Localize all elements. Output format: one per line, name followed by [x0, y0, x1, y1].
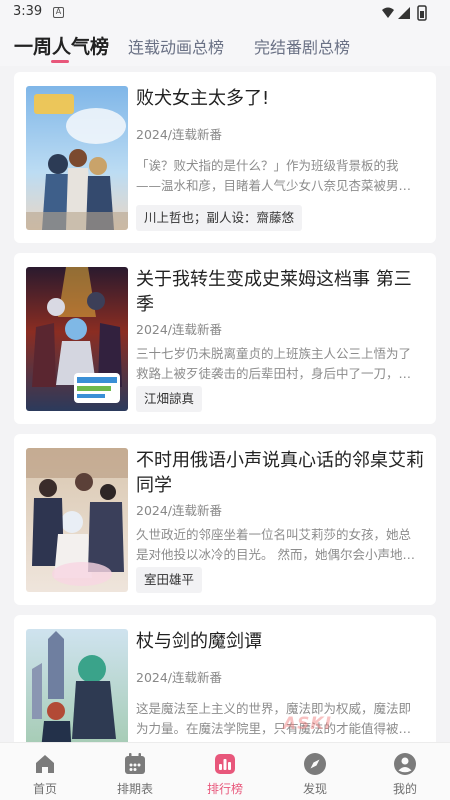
tab-weekly-popular[interactable]: 一周人气榜 — [14, 32, 109, 59]
nav-schedule[interactable]: 排期表 — [90, 743, 180, 800]
status-bar: 3:39 A — [0, 0, 450, 26]
ranking-tabs: 一周人气榜 连载动画总榜 完结番剧总榜 — [0, 26, 450, 66]
anime-year-status: 2024/连载新番 — [136, 503, 223, 518]
nav-ranking-label: 排行榜 — [206, 782, 243, 796]
tab-serial-anime-total[interactable]: 连载动画总榜 — [128, 34, 224, 58]
anime-title[interactable]: 败犬女主太多了! — [136, 86, 426, 111]
calendar-icon — [125, 753, 145, 774]
nav-profile-label: 我的 — [392, 782, 417, 796]
anime-title[interactable]: 杖与剑的魔剑谭 — [136, 629, 426, 654]
anime-year-status: 2024/连载新番 — [136, 322, 223, 337]
nav-discover[interactable]: 发现 — [270, 743, 360, 800]
anime-cover-image[interactable] — [26, 86, 128, 230]
anime-card[interactable]: 败犬女主太多了! 2024/连载新番 「诶？败犬指的是什么？」作为班级背景板的我… — [14, 72, 436, 243]
anime-title[interactable]: 关于我转生变成史莱姆这档事 第三季 — [136, 267, 426, 317]
user-icon — [394, 753, 416, 775]
anime-staff-tag: 川上哲也；副人设：齋藤悠 — [136, 205, 303, 231]
anime-staff-tag: 室田雄平 — [136, 567, 203, 593]
anime-description: 三十七岁仍未脱离童贞的上班族主人公三上悟为了 救路上被歹徒袭击的后辈田村，身后中… — [136, 346, 412, 381]
site-watermark: ASKI — [283, 714, 332, 734]
status-time: 3:39 — [13, 4, 43, 19]
home-icon — [36, 755, 54, 773]
anime-description: 久世政近的邻座坐着一位名叫艾莉莎的女孩，她总 是对他投以冰冷的目光。 然而，她偶… — [136, 527, 415, 562]
compass-icon — [304, 753, 326, 775]
active-tab-indicator — [51, 60, 69, 63]
signal-icon — [398, 7, 410, 19]
bottom-navigation: 首页 排期表 排行榜 发现 我的 — [0, 742, 450, 800]
nav-home[interactable]: 首页 — [0, 743, 90, 800]
anime-year-status: 2024/连载新番 — [136, 670, 223, 685]
wifi-icon — [382, 7, 394, 18]
anime-staff-tag: 江畑諒真 — [136, 386, 203, 412]
tab-finished-anime-total[interactable]: 完结番剧总榜 — [254, 34, 350, 58]
nav-profile[interactable]: 我的 — [360, 743, 450, 800]
anime-description: 「诶？败犬指的是什么？」作为班级背景板的我 ——温水和彦，目睹着人气少女八奈见杏… — [136, 158, 412, 193]
ranking-icon — [215, 754, 235, 774]
anime-card[interactable]: 不时用俄语小声说真心话的邻桌艾莉同学 2024/连载新番 久世政近的邻座坐着一位… — [14, 434, 436, 605]
nav-discover-label: 发现 — [302, 782, 327, 796]
notification-icon: A — [53, 7, 64, 18]
nav-schedule-label: 排期表 — [116, 782, 153, 796]
system-status-icons — [382, 5, 427, 21]
anime-title[interactable]: 不时用俄语小声说真心话的邻桌艾莉同学 — [136, 448, 426, 498]
anime-description: 这是魔法至上主义的世界，魔法即为权威，魔法即 为力量。在魔法学院里，只有魔法的才… — [136, 701, 412, 736]
anime-cover-image[interactable] — [26, 267, 128, 411]
anime-cover-image[interactable] — [26, 448, 128, 592]
anime-card[interactable]: 关于我转生变成史莱姆这档事 第三季 2024/连载新番 三十七岁仍未脱离童贞的上… — [14, 253, 436, 424]
nav-home-label: 首页 — [32, 782, 57, 796]
anime-year-status: 2024/连载新番 — [136, 127, 223, 142]
nav-ranking[interactable]: 排行榜 — [180, 743, 270, 800]
